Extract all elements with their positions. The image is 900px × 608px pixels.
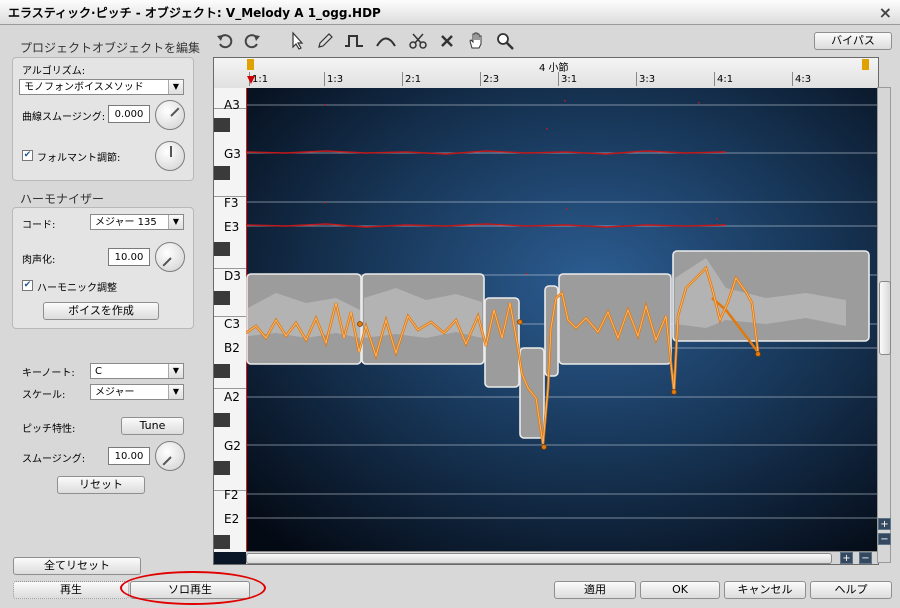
undo-icon[interactable] xyxy=(215,31,235,51)
pitch-char-label: ピッチ特性: xyxy=(22,424,76,435)
pulse-icon[interactable] xyxy=(344,31,364,51)
pointer-icon[interactable] xyxy=(287,31,307,51)
reset-all-button[interactable]: 全てリセット xyxy=(13,557,141,575)
key-label: B2 xyxy=(224,341,240,355)
window-title: エラスティック·ピッチ - オブジェクト: V_Melody A 1_ogg.H… xyxy=(8,6,381,20)
pencil-icon[interactable] xyxy=(315,31,335,51)
formant-checkbox[interactable]: ✔ xyxy=(22,150,33,161)
piano-keyboard[interactable]: A3 G3 F3 E3 D3 C3 B2 A2 G2 F2 E2 xyxy=(214,88,247,552)
key-label: G2 xyxy=(224,439,241,453)
vertical-scroll-thumb[interactable] xyxy=(879,281,891,355)
curve-smoothing-input[interactable]: 0.000 xyxy=(108,105,150,123)
smoothing-input[interactable]: 10.00 xyxy=(108,447,150,465)
humanize-input[interactable]: 10.00 xyxy=(108,248,150,266)
title-bar: エラスティック·ピッチ - オブジェクト: V_Melody A 1_ogg.H… xyxy=(0,0,900,25)
chevron-down-icon: ▼ xyxy=(168,80,183,94)
close-icon[interactable]: × xyxy=(879,3,892,22)
solo-play-button[interactable]: ソロ再生 xyxy=(130,581,250,599)
help-button[interactable]: ヘルプ xyxy=(810,581,892,599)
chord-value: メジャー 135 xyxy=(95,217,157,228)
zoom-in-horizontal-icon[interactable]: + xyxy=(840,552,853,564)
smoothing-knob[interactable] xyxy=(155,441,185,471)
key-label: C3 xyxy=(224,317,241,331)
ruler-bar-count: 4 小節 xyxy=(539,63,569,74)
curve-smoothing-knob[interactable] xyxy=(155,100,185,130)
project-section-heading: プロジェクトオブジェクトを編集 xyxy=(20,41,201,55)
key-label: A3 xyxy=(224,98,240,112)
reset-button[interactable]: リセット xyxy=(57,476,145,494)
smoothing-label: スムージング: xyxy=(22,454,86,465)
timeline-ruler[interactable]: 4 小節 1:1 1:3 2:1 2:3 3:1 3:3 4:1 4:3 xyxy=(214,58,878,89)
ruler-tick: 4:3 xyxy=(795,74,812,85)
humanize-knob[interactable] xyxy=(155,242,185,272)
zoom-out-vertical-icon[interactable]: − xyxy=(878,533,891,545)
chevron-down-icon: ▼ xyxy=(168,215,183,229)
scissors-icon[interactable] xyxy=(408,31,428,51)
key-label: A2 xyxy=(224,390,240,404)
zoom-out-horizontal-icon[interactable]: − xyxy=(859,552,872,564)
key-label: G3 xyxy=(224,147,241,161)
ruler-tick: 1:3 xyxy=(327,74,344,85)
chord-select[interactable]: メジャー 135 ▼ xyxy=(90,214,184,230)
loop-start-marker[interactable] xyxy=(247,59,254,70)
ruler-tick: 2:1 xyxy=(405,74,422,85)
scale-value: メジャー xyxy=(95,387,135,398)
chord-label: コード: xyxy=(22,220,56,231)
harmonic-checkbox[interactable]: ✔ xyxy=(22,280,33,291)
formant-label: フォルマント調節: xyxy=(37,153,121,164)
key-label: E2 xyxy=(224,512,240,526)
ruler-tick: 3:1 xyxy=(561,74,578,85)
redo-icon[interactable] xyxy=(242,31,262,51)
chevron-down-icon: ▼ xyxy=(168,385,183,399)
erase-icon[interactable] xyxy=(437,31,457,51)
algorithm-select[interactable]: モノフォンボイスメソッド ▼ xyxy=(19,79,184,95)
hand-icon[interactable] xyxy=(466,31,486,51)
create-voice-button[interactable]: ボイスを作成 xyxy=(43,302,159,320)
playhead-marker[interactable] xyxy=(247,76,255,84)
key-note-label: キーノート: xyxy=(22,368,75,379)
algorithm-value: モノフォンボイスメソッド xyxy=(24,82,144,93)
formant-knob[interactable] xyxy=(155,141,185,171)
ruler-tick: 2:3 xyxy=(483,74,500,85)
algorithm-label: アルゴリズム: xyxy=(22,66,86,77)
curve-icon[interactable] xyxy=(376,31,396,51)
scale-select[interactable]: メジャー ▼ xyxy=(90,384,184,400)
key-note-select[interactable]: C ▼ xyxy=(90,363,184,379)
pitch-graph[interactable] xyxy=(246,88,878,552)
chevron-down-icon: ▼ xyxy=(168,364,183,378)
ruler-tick: 3:3 xyxy=(639,74,656,85)
loop-end-marker[interactable] xyxy=(862,59,869,70)
ruler-tick: 4:1 xyxy=(717,74,734,85)
zoom-icon[interactable] xyxy=(495,31,515,51)
play-button[interactable]: 再生 xyxy=(13,581,129,599)
horizontal-scrollbar[interactable]: + − xyxy=(246,551,878,564)
key-label: D3 xyxy=(224,269,241,283)
harmonizer-heading: ハーモナイザー xyxy=(20,192,105,206)
harmonic-label: ハーモニック調整 xyxy=(37,283,117,294)
horizontal-scroll-thumb[interactable] xyxy=(246,553,832,564)
key-label: E3 xyxy=(224,220,240,234)
pitch-editor[interactable]: 4 小節 1:1 1:3 2:1 2:3 3:1 3:3 4:1 4:3 A3 … xyxy=(213,57,879,565)
tune-button[interactable]: Tune xyxy=(121,417,184,435)
scale-label: スケール: xyxy=(22,390,66,401)
zoom-in-vertical-icon[interactable]: + xyxy=(878,518,891,530)
vertical-scrollbar[interactable] xyxy=(877,87,891,563)
key-label: F3 xyxy=(224,196,239,210)
humanize-label: 肉声化: xyxy=(22,255,56,266)
apply-button[interactable]: 適用 xyxy=(554,581,636,599)
curve-smoothing-label: 曲線スムージング: xyxy=(22,112,106,123)
key-label: F2 xyxy=(224,488,239,502)
ok-button[interactable]: OK xyxy=(640,581,720,599)
key-note-value: C xyxy=(95,366,102,377)
bypass-button[interactable]: バイパス xyxy=(814,32,892,50)
cancel-button[interactable]: キャンセル xyxy=(724,581,806,599)
